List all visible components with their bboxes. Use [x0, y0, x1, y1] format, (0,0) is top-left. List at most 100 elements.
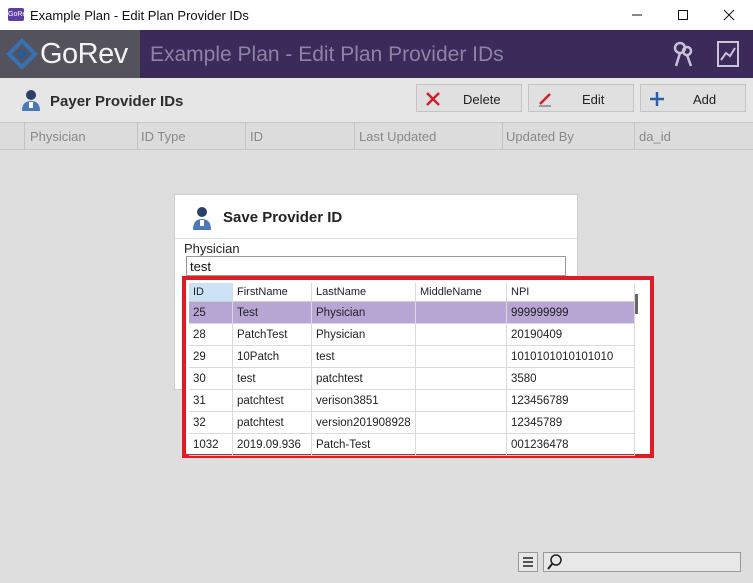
- cell-middlename: [415, 411, 507, 434]
- cell-npi: 1010101010101010: [506, 345, 635, 368]
- page-title: Example Plan - Edit Plan Provider IDs: [150, 43, 504, 66]
- cell-firstname: patchtest: [232, 411, 312, 434]
- header-id[interactable]: ID: [189, 283, 233, 302]
- column-separator: [24, 123, 25, 149]
- cell-id: 28: [189, 323, 233, 346]
- header-middlename[interactable]: MiddleName: [415, 283, 507, 302]
- cell-lastname: test: [311, 345, 416, 368]
- cell-firstname: patchtest: [232, 389, 312, 412]
- window-title: Example Plan - Edit Plan Provider IDs: [30, 8, 249, 23]
- column-separator: [354, 123, 355, 149]
- column-last-updated[interactable]: Last Updated: [359, 129, 436, 144]
- cell-id: 25: [189, 301, 233, 324]
- cell-middlename: [415, 433, 507, 456]
- physician-icon: [22, 90, 40, 111]
- physician-label: Physician: [184, 241, 240, 256]
- gorev-logo-icon: [6, 38, 38, 70]
- cell-npi: 20190409: [506, 323, 635, 346]
- results-header-row: ID FirstName LastName MiddleName NPI: [189, 283, 635, 302]
- logo-text: GoRev: [40, 38, 128, 70]
- edit-label: Edit: [582, 92, 605, 107]
- result-row[interactable]: 30 test patchtest 3580: [189, 367, 635, 390]
- header-firstname[interactable]: FirstName: [232, 283, 312, 302]
- result-row[interactable]: 29 10Patch test 1010101010101010: [189, 345, 635, 368]
- physician-icon: [193, 207, 211, 230]
- header-npi[interactable]: NPI: [506, 283, 635, 302]
- divider: [175, 238, 577, 239]
- report-icon[interactable]: [716, 40, 742, 68]
- physician-results-table: ID FirstName LastName MiddleName NPI 25 …: [189, 283, 635, 456]
- search-icon: [547, 554, 562, 570]
- result-row[interactable]: 31 patchtest verison3851 123456789: [189, 389, 635, 412]
- app-icon: GoRev: [8, 8, 30, 21]
- delete-label: Delete: [463, 92, 501, 107]
- cell-lastname: version201908928: [311, 411, 416, 434]
- minimize-icon: [632, 14, 642, 16]
- close-button[interactable]: [706, 0, 752, 30]
- column-separator: [137, 123, 138, 149]
- column-separator: [245, 123, 246, 149]
- column-id[interactable]: ID: [250, 129, 263, 144]
- result-row[interactable]: 28 PatchTest Physician 20190409: [189, 323, 635, 346]
- cell-lastname: Physician: [311, 301, 416, 324]
- cell-lastname: Physician: [311, 323, 416, 346]
- column-separator: [502, 123, 503, 149]
- maximize-icon: [678, 10, 688, 20]
- column-updated-by[interactable]: Updated By: [506, 129, 574, 144]
- edit-button[interactable]: Edit: [528, 84, 634, 112]
- cell-id: 1032: [189, 433, 233, 456]
- cell-npi: 999999999: [506, 301, 635, 324]
- cell-npi: 12345789: [506, 411, 635, 434]
- cell-firstname: 2019.09.936: [232, 433, 312, 456]
- physician-input[interactable]: test: [186, 256, 566, 276]
- menu-button[interactable]: [518, 552, 538, 572]
- logo: GoRev: [0, 30, 140, 78]
- result-row[interactable]: 1032 2019.09.936 Patch-Test 001236478: [189, 433, 635, 456]
- cell-firstname: test: [232, 367, 312, 390]
- close-icon: [723, 9, 735, 21]
- physician-dropdown: ID FirstName LastName MiddleName NPI 25 …: [182, 276, 654, 458]
- header-lastname[interactable]: LastName: [311, 283, 416, 302]
- cell-middlename: [415, 323, 507, 346]
- column-id-type[interactable]: ID Type: [141, 129, 186, 144]
- toolbar: Payer Provider IDs Delete Edit Add: [0, 78, 753, 122]
- dropdown-scrollbar[interactable]: [635, 294, 638, 314]
- delete-x-icon: [426, 92, 440, 106]
- cell-lastname: verison3851: [311, 389, 416, 412]
- column-separator: [634, 123, 635, 149]
- minimize-button[interactable]: [614, 0, 660, 30]
- cell-id: 29: [189, 345, 233, 368]
- cell-firstname: PatchTest: [232, 323, 312, 346]
- column-da-id[interactable]: da_id: [639, 129, 671, 144]
- cell-npi: 001236478: [506, 433, 635, 456]
- cell-firstname: Test: [232, 301, 312, 324]
- cell-middlename: [415, 345, 507, 368]
- cell-id: 31: [189, 389, 233, 412]
- hamburger-icon: [523, 557, 533, 567]
- cell-npi: 123456789: [506, 389, 635, 412]
- pencil-icon: [539, 93, 551, 107]
- result-row[interactable]: 25 Test Physician 999999999: [189, 301, 635, 324]
- cell-middlename: [415, 301, 507, 324]
- app-header: GoRev Example Plan - Edit Plan Provider …: [0, 30, 753, 78]
- window-titlebar: GoRev Example Plan - Edit Plan Provider …: [0, 0, 753, 31]
- cell-firstname: 10Patch: [232, 345, 312, 368]
- cell-id: 30: [189, 367, 233, 390]
- add-button[interactable]: Add: [640, 84, 746, 112]
- cell-npi: 3580: [506, 367, 635, 390]
- plus-icon: [650, 92, 664, 106]
- delete-button[interactable]: Delete: [416, 84, 522, 112]
- cell-middlename: [415, 367, 507, 390]
- cell-lastname: Patch-Test: [311, 433, 416, 456]
- maximize-button[interactable]: [660, 0, 706, 30]
- search-input[interactable]: [543, 552, 741, 572]
- column-physician[interactable]: Physician: [30, 129, 86, 144]
- cell-id: 32: [189, 411, 233, 434]
- grid-header: Physician ID Type ID Last Updated Update…: [0, 122, 753, 150]
- keys-icon[interactable]: [670, 40, 696, 68]
- cell-lastname: patchtest: [311, 367, 416, 390]
- result-row[interactable]: 32 patchtest version201908928 12345789: [189, 411, 635, 434]
- dialog-title: Save Provider ID: [223, 209, 343, 226]
- add-label: Add: [693, 92, 717, 107]
- cell-middlename: [415, 389, 507, 412]
